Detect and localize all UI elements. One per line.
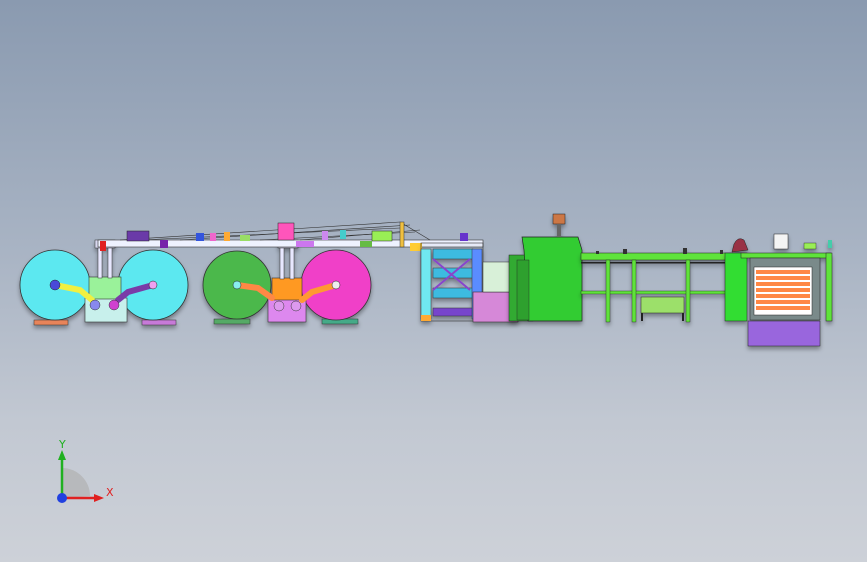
stacker-unit: [724, 233, 833, 347]
x-axis-label: X: [106, 486, 114, 499]
base-plate-1b: [141, 319, 177, 326]
y-axis-label: Y: [58, 438, 66, 451]
overhead-beam: [97, 221, 484, 251]
machine-assembly-model[interactable]: [0, 0, 867, 562]
base-plate-1a: [33, 319, 69, 326]
unwinder-group-1: [19, 239, 189, 326]
unwinder-group-2: [202, 239, 372, 325]
lamination-tower: [420, 242, 519, 323]
unwinder-box-1: [88, 276, 122, 300]
cad-viewport[interactable]: Y X: [0, 0, 867, 562]
main-cutting-unit: [508, 213, 583, 322]
coordinate-triad: Y X: [57, 438, 114, 503]
conveyor-frame: [580, 248, 742, 323]
